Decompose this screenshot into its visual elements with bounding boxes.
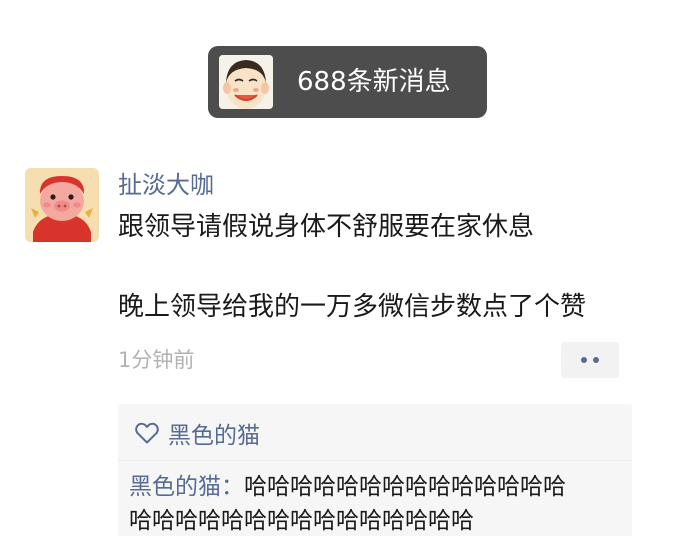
heart-outline-icon	[135, 422, 159, 444]
post-text-line: 跟领导请假说身体不舒服要在家休息	[118, 212, 535, 242]
commenter-name[interactable]: 黑色的猫	[129, 474, 221, 500]
likes-comments-panel: 黑色的猫 黑色的猫：哈哈哈哈哈哈哈哈哈哈哈哈哈哈 哈哈哈哈哈哈哈哈哈哈哈哈哈哈哈	[118, 404, 632, 536]
comment-line: 哈哈哈哈哈哈哈哈哈哈哈哈哈哈哈	[129, 504, 624, 536]
comment-separator: ：	[221, 474, 244, 500]
cartoon-face-avatar-icon	[219, 55, 273, 109]
comment-text: 哈哈哈哈哈哈哈哈哈哈哈哈哈哈	[244, 474, 566, 500]
comment-line: 黑色的猫：哈哈哈哈哈哈哈哈哈哈哈哈哈哈	[129, 470, 624, 504]
moments-feed: 688条新消息 扯淡大咖 跟领导请假说身体不舒服要在家休息 晚上领导给我的一万多…	[0, 0, 690, 536]
post-text-line: 晚上领导给我的一万多微信步数点了个赞	[118, 292, 587, 322]
comment-text: 哈哈哈哈哈哈哈哈哈哈哈哈哈哈哈	[129, 508, 474, 534]
cartoon-pig-avatar-icon[interactable]	[25, 168, 99, 242]
comment[interactable]: 黑色的猫：哈哈哈哈哈哈哈哈哈哈哈哈哈哈 哈哈哈哈哈哈哈哈哈哈哈哈哈哈哈	[129, 470, 624, 536]
dot	[581, 357, 587, 363]
more-dots-icon[interactable]	[561, 342, 619, 378]
likes-row: 黑色的猫	[134, 416, 260, 450]
liker-name[interactable]: 黑色的猫	[168, 416, 260, 450]
dot	[593, 357, 599, 363]
divider	[118, 460, 632, 461]
new-messages-notice[interactable]: 688条新消息	[208, 46, 487, 118]
post-timestamp: 1分钟前	[118, 348, 195, 372]
post-author-name[interactable]: 扯淡大咖	[118, 168, 214, 202]
new-messages-count: 688条新消息	[297, 67, 451, 97]
